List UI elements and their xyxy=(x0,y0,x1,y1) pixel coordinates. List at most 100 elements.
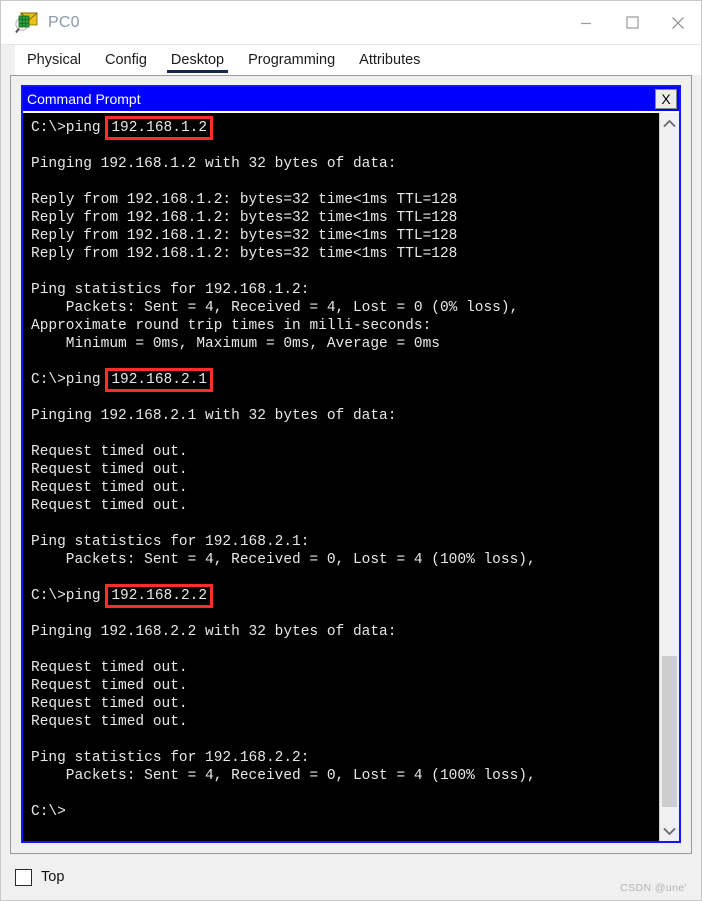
highlighted-ip-address: 192.168.2.1 xyxy=(105,368,214,392)
terminal-text: C:\>ping xyxy=(31,372,110,388)
terminal-line: C:\>ping 192.168.1.2 xyxy=(31,116,659,140)
tab-config[interactable]: Config xyxy=(93,45,159,75)
terminal-text: Ping statistics for 192.168.2.2: xyxy=(31,750,310,766)
close-button[interactable] xyxy=(655,1,701,45)
terminal-text: Packets: Sent = 4, Received = 0, Lost = … xyxy=(31,768,536,784)
terminal-line: Packets: Sent = 4, Received = 0, Lost = … xyxy=(31,767,659,785)
scroll-up-button[interactable] xyxy=(660,113,679,133)
terminal-line: Minimum = 0ms, Maximum = 0ms, Average = … xyxy=(31,335,659,353)
terminal-line: Reply from 192.168.1.2: bytes=32 time<1m… xyxy=(31,227,659,245)
desktop-panel: Command Prompt X C:\>ping 192.168.1.2 Pi… xyxy=(10,75,692,854)
tab-attributes[interactable]: Attributes xyxy=(347,45,433,75)
tab-physical-label: Physical xyxy=(27,52,81,68)
terminal-text: C:\> xyxy=(31,804,66,820)
terminal-text: Reply from 192.168.1.2: bytes=32 time<1m… xyxy=(31,228,458,244)
packet-tracer-pc-icon xyxy=(14,11,40,35)
terminal-line: Reply from 192.168.1.2: bytes=32 time<1m… xyxy=(31,245,659,263)
top-checkbox[interactable] xyxy=(15,868,32,886)
tab-desktop-label: Desktop xyxy=(170,52,225,68)
terminal-text: Packets: Sent = 4, Received = 0, Lost = … xyxy=(31,552,536,568)
footer-bar: Top CSDN @une' xyxy=(1,854,701,900)
terminal-line: Request timed out. xyxy=(31,713,659,731)
terminal-text: Ping statistics for 192.168.1.2: xyxy=(31,282,310,298)
command-prompt-titlebar: Command Prompt X xyxy=(23,87,679,111)
terminal-text: Request timed out. xyxy=(31,714,188,730)
scrollbar-thumb[interactable] xyxy=(662,655,677,808)
command-prompt-title: Command Prompt xyxy=(27,91,141,107)
window-titlebar: PC0 xyxy=(1,1,701,45)
terminal-text: Minimum = 0ms, Maximum = 0ms, Average = … xyxy=(31,336,440,352)
terminal-line: Pinging 192.168.2.1 with 32 bytes of dat… xyxy=(31,407,659,425)
window-title: PC0 xyxy=(48,13,80,31)
maximize-button[interactable] xyxy=(609,1,655,45)
pc0-window: PC0 Physical Config Desktop Programming xyxy=(0,0,702,901)
terminal-text: Ping statistics for 192.168.2.1: xyxy=(31,534,310,550)
scroll-down-button[interactable] xyxy=(660,821,679,841)
tab-physical[interactable]: Physical xyxy=(15,45,93,75)
command-prompt-body: C:\>ping 192.168.1.2 Pinging 192.168.1.2… xyxy=(23,111,679,841)
titlebar-left-group: PC0 xyxy=(1,11,563,35)
terminal-line: Reply from 192.168.1.2: bytes=32 time<1m… xyxy=(31,191,659,209)
tab-attributes-label: Attributes xyxy=(359,52,421,68)
top-checkbox-label: Top xyxy=(41,869,65,885)
terminal-line: Request timed out. xyxy=(31,479,659,497)
command-prompt-close-button[interactable]: X xyxy=(655,89,677,109)
tab-config-label: Config xyxy=(105,52,147,68)
terminal-text: Approximate round trip times in milli-se… xyxy=(31,318,432,334)
terminal-text: Request timed out. xyxy=(31,480,188,496)
terminal-text: Request timed out. xyxy=(31,696,188,712)
terminal-line: C:\>ping 192.168.2.1 xyxy=(31,368,659,392)
top-checkbox-row[interactable]: Top xyxy=(15,868,65,886)
terminal-line: Request timed out. xyxy=(31,443,659,461)
terminal-text: Pinging 192.168.1.2 with 32 bytes of dat… xyxy=(31,156,397,172)
terminal-line: C:\>ping 192.168.2.2 xyxy=(31,584,659,608)
terminal-line: Packets: Sent = 4, Received = 4, Lost = … xyxy=(31,299,659,317)
terminal-text: Pinging 192.168.2.1 with 32 bytes of dat… xyxy=(31,408,397,424)
terminal-line: Ping statistics for 192.168.2.2: xyxy=(31,749,659,767)
watermark-text: CSDN @une' xyxy=(620,882,687,894)
terminal-line: Pinging 192.168.1.2 with 32 bytes of dat… xyxy=(31,155,659,173)
terminal-text: Request timed out. xyxy=(31,678,188,694)
terminal-line: Ping statistics for 192.168.2.1: xyxy=(31,533,659,551)
terminal-text: C:\>ping xyxy=(31,120,110,136)
highlighted-ip-address: 192.168.2.2 xyxy=(105,584,214,608)
terminal-text: Reply from 192.168.1.2: bytes=32 time<1m… xyxy=(31,246,458,262)
terminal-text: Reply from 192.168.1.2: bytes=32 time<1m… xyxy=(31,210,458,226)
window-controls xyxy=(563,1,701,45)
scrollbar-track[interactable] xyxy=(660,133,679,821)
terminal-text: Request timed out. xyxy=(31,444,188,460)
command-prompt-window: Command Prompt X C:\>ping 192.168.1.2 Pi… xyxy=(21,85,681,843)
tabstrip-filler xyxy=(432,45,701,75)
terminal-line: Approximate round trip times in milli-se… xyxy=(31,317,659,335)
minimize-button[interactable] xyxy=(563,1,609,45)
terminal-line: Request timed out. xyxy=(31,461,659,479)
main-tabs: Physical Config Desktop Programming Attr… xyxy=(1,45,701,75)
terminal-text: Request timed out. xyxy=(31,498,188,514)
terminal-line: Request timed out. xyxy=(31,659,659,677)
terminal-line: C:\> xyxy=(31,803,659,821)
terminal-line: Ping statistics for 192.168.1.2: xyxy=(31,281,659,299)
terminal-line: Packets: Sent = 4, Received = 0, Lost = … xyxy=(31,551,659,569)
terminal-scrollbar[interactable] xyxy=(659,113,679,841)
tab-desktop[interactable]: Desktop xyxy=(158,45,237,75)
terminal-text: Pinging 192.168.2.2 with 32 bytes of dat… xyxy=(31,624,397,640)
terminal-line: Request timed out. xyxy=(31,497,659,515)
terminal-text: Request timed out. xyxy=(31,660,188,676)
terminal-text: Packets: Sent = 4, Received = 4, Lost = … xyxy=(31,300,519,316)
tab-programming-label: Programming xyxy=(248,52,336,68)
terminal-line: Pinging 192.168.2.2 with 32 bytes of dat… xyxy=(31,623,659,641)
tab-programming[interactable]: Programming xyxy=(236,45,348,75)
highlighted-ip-address: 192.168.1.2 xyxy=(105,116,214,140)
terminal-output[interactable]: C:\>ping 192.168.1.2 Pinging 192.168.1.2… xyxy=(23,113,659,841)
terminal-line: Request timed out. xyxy=(31,677,659,695)
